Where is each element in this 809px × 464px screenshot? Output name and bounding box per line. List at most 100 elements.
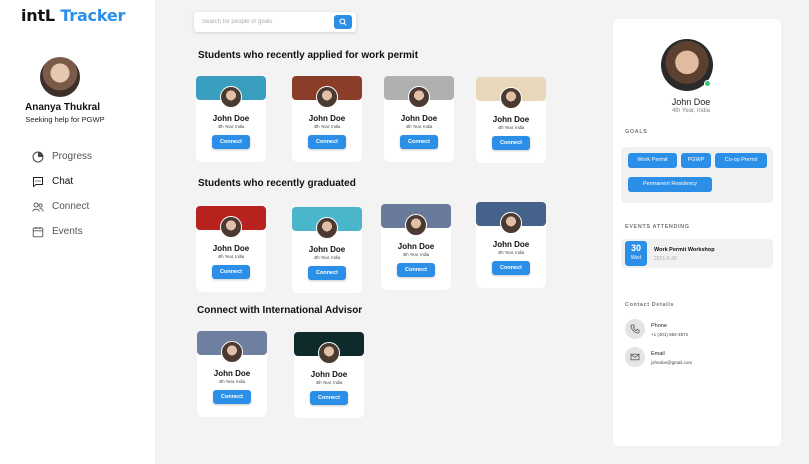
- sidebar-item-events[interactable]: Events: [32, 219, 92, 244]
- pie-chart-icon: [32, 151, 44, 162]
- sidebar-item-label: Connect: [52, 201, 90, 212]
- card-meta: 4th Year, India: [405, 124, 433, 129]
- profile-photo[interactable]: [316, 217, 338, 239]
- goal-work-permit[interactable]: Work Permit: [628, 153, 677, 168]
- connect-button[interactable]: Connect: [310, 391, 348, 405]
- email-value[interactable]: johndoe@gmail.com: [651, 360, 692, 365]
- goals-heading: GOALS: [625, 129, 648, 135]
- goal-permanent-residency[interactable]: Permanent Residency: [628, 177, 712, 192]
- card-name: John Doe: [400, 114, 438, 123]
- student-card: John Doe 4th Year, India Connect: [196, 206, 266, 292]
- profile-photo[interactable]: [500, 87, 522, 109]
- goals-list: Work Permit PGWP Co-op Permit Permanent …: [621, 147, 773, 203]
- profile-photo[interactable]: [221, 341, 243, 363]
- student-card: John Doe 4th Year, India Connect: [292, 76, 362, 162]
- student-card: John Doe 4th Year, India Connect: [384, 76, 454, 162]
- card-name: John Doe: [310, 370, 348, 379]
- profile-photo[interactable]: [408, 86, 430, 108]
- card-meta: 4th Year, India: [313, 255, 341, 260]
- connect-button[interactable]: Connect: [397, 263, 435, 277]
- card-meta: 4th Year, India: [313, 124, 341, 129]
- phone-label: Phone: [651, 323, 667, 329]
- student-card: John Doe 4th Year, India Connect: [292, 207, 362, 293]
- email-icon[interactable]: [625, 347, 645, 367]
- event-time: 2021-5-30: [654, 256, 677, 262]
- card-name: John Doe: [397, 242, 435, 251]
- card-meta: 4th Year, India: [497, 250, 525, 255]
- sidebar-nav: Progress Chat Connect Events: [32, 144, 92, 244]
- profile-photo[interactable]: [316, 86, 338, 108]
- connect-button[interactable]: Connect: [492, 136, 530, 150]
- user-name: Ananya Thukral: [24, 102, 101, 113]
- envelope-glyph-icon: [630, 353, 640, 361]
- student-card: John Doe 4th Year, India Connect: [381, 204, 451, 290]
- card-meta: 4th Year, India: [497, 125, 525, 130]
- logo-main: intL: [21, 6, 55, 25]
- connect-button[interactable]: Connect: [492, 261, 530, 275]
- sidebar-item-chat[interactable]: Chat: [32, 169, 92, 194]
- phone-value[interactable]: +1 (401) 592-4872: [651, 332, 688, 337]
- card-name: John Doe: [212, 244, 250, 253]
- profile-photo[interactable]: [405, 214, 427, 236]
- card-meta: 4th Year, India: [402, 252, 430, 257]
- search-icon: [339, 18, 347, 26]
- card-name: John Doe: [213, 369, 251, 378]
- event-item[interactable]: 30 Wed Work Permit Workshop 2021-5-30: [621, 239, 773, 268]
- profile-subtitle: 4th Year, India: [671, 108, 711, 114]
- sidebar-item-label: Events: [52, 226, 83, 237]
- section-title-work-permit: Students who recently applied for work p…: [198, 50, 419, 61]
- phone-glyph-icon: [630, 324, 640, 334]
- phone-icon[interactable]: [625, 319, 645, 339]
- chat-icon: [33, 176, 43, 188]
- card-meta: 4th Year, India: [217, 124, 245, 129]
- user-avatar[interactable]: [40, 57, 80, 97]
- connect-button[interactable]: Connect: [308, 135, 346, 149]
- sidebar-item-label: Progress: [52, 151, 93, 162]
- search-button[interactable]: [334, 15, 352, 29]
- advisor-card: John Doe 4th Year, India Connect: [197, 331, 267, 417]
- connect-button[interactable]: Connect: [212, 135, 250, 149]
- goal-pgwp[interactable]: PGWP: [681, 153, 711, 168]
- search-bar: [194, 12, 356, 32]
- sidebar-item-label: Chat: [52, 176, 74, 187]
- card-name: John Doe: [492, 115, 530, 124]
- card-meta: 4th Year, India: [315, 380, 343, 385]
- event-date-badge: 30 Wed: [625, 241, 647, 266]
- event-title: Work Permit Workshop: [654, 247, 715, 253]
- card-name: John Doe: [212, 114, 250, 123]
- student-card: John Doe 4th Year, India Connect: [476, 77, 546, 163]
- advisor-card: John Doe 4th Year, India Connect: [294, 332, 364, 418]
- connect-button[interactable]: Connect: [308, 266, 346, 280]
- logo-accent: Tracker: [60, 6, 126, 25]
- users-icon: [32, 202, 44, 212]
- connect-button[interactable]: Connect: [400, 135, 438, 149]
- search-input[interactable]: [202, 16, 322, 28]
- card-meta: 4th Year, India: [218, 379, 246, 384]
- profile-photo[interactable]: [318, 342, 340, 364]
- event-weekday: Wed: [630, 255, 642, 261]
- section-title-graduated: Students who recently graduated: [198, 178, 356, 189]
- connect-button[interactable]: Connect: [213, 390, 251, 404]
- card-name: John Doe: [308, 114, 346, 123]
- student-card: John Doe 4th Year, India Connect: [476, 202, 546, 288]
- goal-coop-permit[interactable]: Co-op Permit: [715, 153, 767, 168]
- profile-name: John Doe: [671, 97, 711, 107]
- profile-panel: John Doe 4th Year, India GOALS Work Perm…: [613, 19, 781, 446]
- section-title-advisor: Connect with International Advisor: [197, 305, 363, 316]
- email-label: Email: [651, 351, 665, 357]
- sidebar: intL Tracker Ananya Thukral Seeking help…: [0, 0, 155, 464]
- calendar-icon: [32, 226, 44, 237]
- profile-photo[interactable]: [220, 86, 242, 108]
- profile-photo[interactable]: [220, 216, 242, 238]
- app-logo[interactable]: intL Tracker: [21, 6, 125, 25]
- sidebar-item-progress[interactable]: Progress: [32, 144, 92, 169]
- student-card: John Doe 4th Year, India Connect: [196, 76, 266, 162]
- card-name: John Doe: [492, 240, 530, 249]
- profile-photo[interactable]: [500, 212, 522, 234]
- connect-button[interactable]: Connect: [212, 265, 250, 279]
- sidebar-item-connect[interactable]: Connect: [32, 194, 92, 219]
- card-meta: 4th Year, India: [217, 254, 245, 259]
- events-heading: EVENTS ATTENDING: [625, 224, 690, 230]
- event-day: 30: [630, 243, 641, 253]
- contact-heading: Contact Details: [625, 302, 675, 308]
